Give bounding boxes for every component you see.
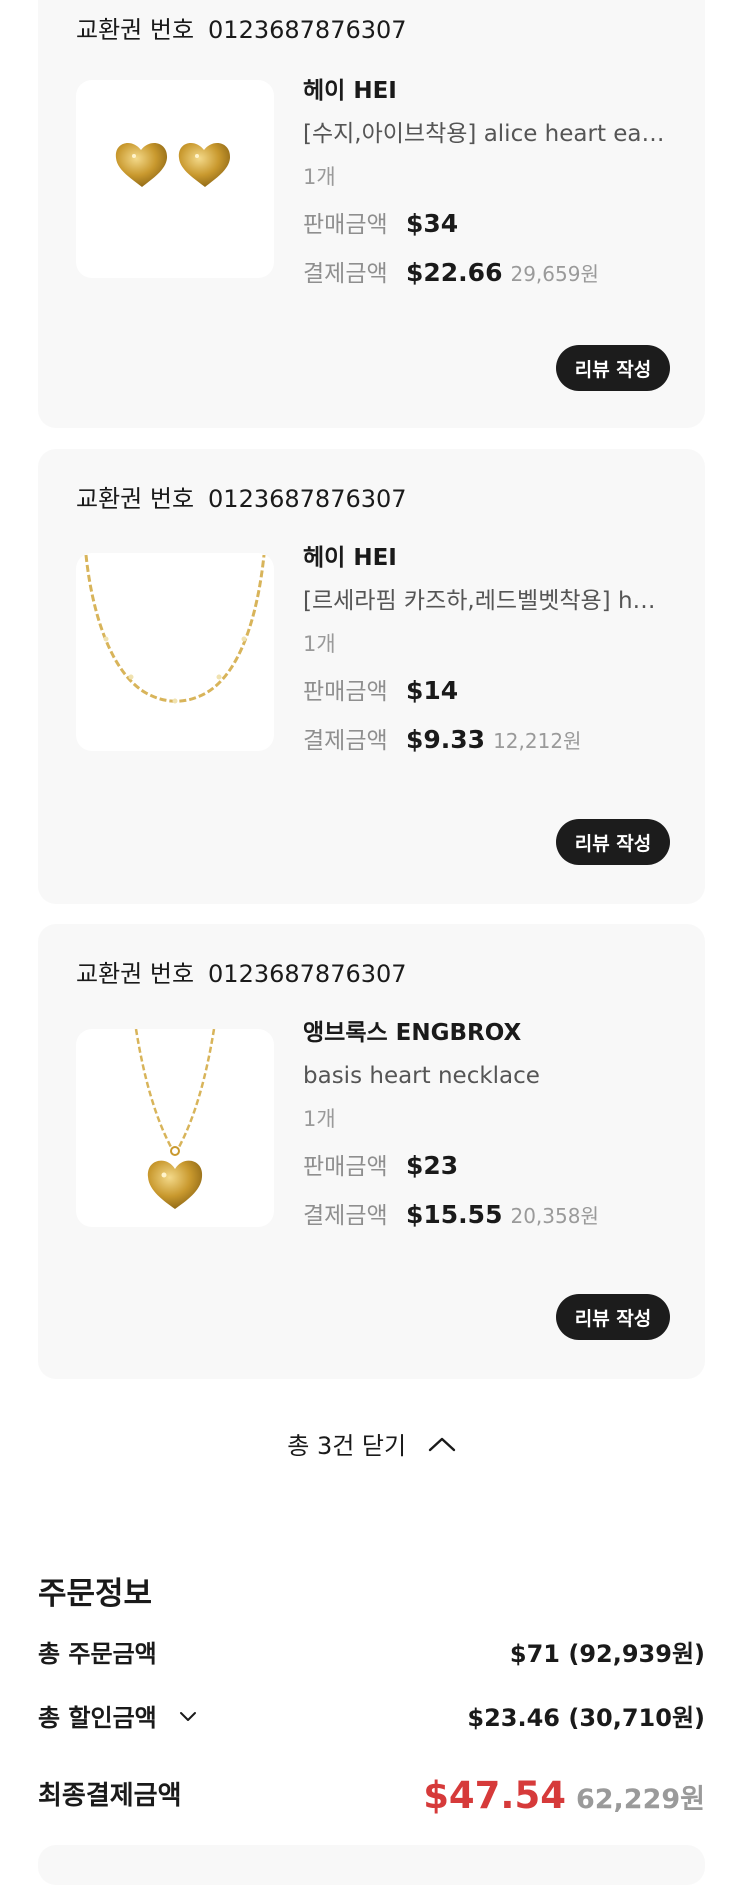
sale-price-row: 판매금액 $23 [303,1150,683,1182]
product-info: 헤이 HEI [르세라핌 카즈하,레드벨벳착용] hea... 1개 판매금액 $… [303,543,683,756]
paid-price-row: 결제금액 $9.33 12,212원 [303,724,683,756]
voucher-value: 0123687876307 [208,485,407,513]
next-section-card [38,1845,705,1885]
voucher-value: 0123687876307 [208,16,407,44]
total-discount-toggle[interactable]: 총 할인금액 [38,1700,197,1736]
sale-price: $34 [406,209,459,238]
collapse-toggle-label: 총 3건 닫기 [287,1432,407,1460]
quantity: 1개 [303,1107,336,1131]
chevron-down-icon[interactable] [179,1711,197,1722]
brand-name[interactable]: 앵브록스 ENGBROX [303,1018,683,1048]
voucher-number: 교환권 번호 0123687876307 [76,954,407,989]
product-name[interactable]: [수지,아이브착용] alice heart earri... [303,119,668,149]
brand-name[interactable]: 헤이 HEI [303,543,683,573]
order-info-title: 주문정보 [38,1576,153,1612]
order-item-card: 교환권 번호 0123687876307 헤이 HEI [르세라핌 카즈하,레드벨… [38,449,705,904]
order-item-card: 교환권 번호 0123687876307 헤이 HEI [수지,아이브착용] al… [38,0,705,428]
voucher-number: 교환권 번호 0123687876307 [76,10,407,45]
voucher-label: 교환권 번호 [76,16,195,44]
total-order-value: $71 (92,939원) [509,1640,705,1668]
paid-price: $22.66 [406,258,503,287]
sale-price-label: 판매금액 [303,212,388,238]
gold-heart-earrings-image [115,143,231,187]
final-payment-krw: 62,229원 [575,1784,705,1815]
sale-price: $23 [406,1151,459,1180]
paid-price: $9.33 [406,725,486,754]
quantity: 1개 [303,632,336,656]
sale-price-label: 판매금액 [303,679,388,705]
product-info: 헤이 HEI [수지,아이브착용] alice heart earri... 1… [303,76,683,289]
total-discount-row: 총 할인금액 $23.46 (30,710원) [38,1700,705,1736]
sale-price-row: 판매금액 $14 [303,675,683,707]
order-item-card: 교환권 번호 0123687876307 앵브록스 ENGBROX basis h… [38,924,705,1379]
paid-price-label: 결제금액 [303,728,388,754]
sale-price: $14 [406,676,459,705]
final-payment-row: 최종결제금액 $47.54 62,229원 [38,1773,705,1819]
voucher-label: 교환권 번호 [76,485,195,513]
write-review-button[interactable]: 리뷰 작성 [556,819,670,865]
write-review-button[interactable]: 리뷰 작성 [556,1294,670,1340]
product-image-earrings[interactable] [76,80,274,278]
product-name[interactable]: [르세라핌 카즈하,레드벨벳착용] hea... [303,586,668,616]
collapse-items-toggle[interactable]: 총 3건 닫기 [0,1426,743,1461]
product-image-necklace[interactable] [76,553,274,751]
sale-price-label: 판매금액 [303,1154,388,1180]
total-order-label: 총 주문금액 [38,1640,157,1668]
write-review-button[interactable]: 리뷰 작성 [556,345,670,391]
paid-price-label: 결제금액 [303,1203,388,1229]
gold-chain-necklace-image [84,554,266,704]
voucher-number: 교환권 번호 0123687876307 [76,479,407,514]
voucher-label: 교환권 번호 [76,960,195,988]
final-payment-value: $47.54 62,229원 [423,1773,705,1823]
product-image-pendant[interactable] [76,1029,274,1227]
total-discount-label: 총 할인금액 [38,1704,157,1732]
total-discount-value: $23.46 (30,710원) [467,1704,705,1732]
chevron-up-icon [428,1437,455,1452]
paid-price-krw: 29,659원 [510,262,599,286]
paid-price-krw: 12,212원 [493,729,582,753]
paid-price-row: 결제금액 $22.66 29,659원 [303,257,683,289]
paid-price-krw: 20,358원 [510,1204,599,1228]
final-payment-label: 최종결제금액 [38,1781,182,1811]
total-order-amount-row: 총 주문금액 $71 (92,939원) [38,1636,705,1672]
paid-price: $15.55 [406,1200,503,1229]
product-name[interactable]: basis heart necklace [303,1061,668,1091]
quantity: 1개 [303,165,336,189]
paid-price-row: 결제금액 $15.55 20,358원 [303,1199,683,1231]
sale-price-row: 판매금액 $34 [303,208,683,240]
gold-heart-pendant-necklace-image [134,1029,216,1209]
paid-price-label: 결제금액 [303,261,388,287]
final-payment-usd: $47.54 [423,1774,566,1817]
brand-name[interactable]: 헤이 HEI [303,76,683,106]
product-info: 앵브록스 ENGBROX basis heart necklace 1개 판매금… [303,1018,683,1231]
voucher-value: 0123687876307 [208,960,407,988]
